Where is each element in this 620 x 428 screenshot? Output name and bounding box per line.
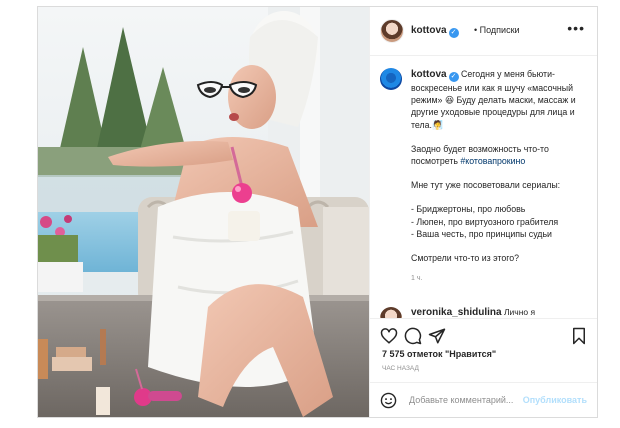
heart-icon[interactable] — [380, 327, 398, 345]
commenter-username[interactable]: veronika_shidulina — [411, 307, 502, 318]
post-header: kottova ✓ • Подписки ••• — [370, 7, 597, 56]
following-label[interactable]: • Подписки — [474, 25, 520, 35]
caption-author[interactable]: kottova — [411, 69, 447, 80]
post-side-panel: kottova ✓ • Подписки ••• kottova ✓ Сегодня… — [369, 7, 597, 417]
post-photo[interactable] — [38, 7, 369, 417]
verified-badge-icon: ✓ — [448, 28, 459, 38]
caption-list-item: - Бриджертоны, про любовь — [411, 204, 526, 215]
share-icon[interactable] — [428, 327, 446, 345]
caption-avatar[interactable] — [380, 68, 402, 90]
author-username[interactable]: kottova ✓ — [411, 25, 459, 38]
photo-illustration — [38, 7, 369, 417]
caption-time[interactable]: 1 ч. — [411, 273, 591, 285]
more-options-icon[interactable]: ••• — [567, 20, 585, 36]
comments-section[interactable]: kottova ✓ Сегодня у меня бьюти-воскресень… — [370, 56, 597, 318]
author-avatar[interactable] — [380, 19, 404, 43]
comment-icon[interactable] — [404, 327, 422, 345]
post-caption: kottova ✓ Сегодня у меня бьюти-воскресень… — [411, 68, 591, 285]
bookmark-icon[interactable] — [571, 327, 587, 345]
next-comment: veronika_shidulina Лично я — [380, 307, 536, 318]
post-actions: 7 575 отметок "Нравится" ЧАС НАЗАД — [370, 318, 597, 382]
caption-list-item: - Люпен, про виртуозного грабителя — [411, 216, 559, 227]
likes-count[interactable]: 7 575 отметок "Нравится" — [382, 349, 496, 359]
caption-text-3: Мне тут уже посоветовали сериалы: — [411, 180, 561, 191]
publish-button[interactable]: Опубликовать — [523, 395, 587, 405]
commenter-avatar[interactable] — [380, 307, 402, 318]
caption-question: Смотрели что-то из этого? — [411, 253, 520, 264]
post-time-ago[interactable]: ЧАС НАЗАД — [382, 365, 419, 372]
comment-text: Лично я — [503, 307, 536, 317]
caption-list-item: - Ваша честь, про принципы судьи — [411, 228, 552, 239]
author-username-text[interactable]: kottova — [411, 25, 447, 36]
hashtag-link[interactable]: #котовапрокино — [460, 156, 525, 166]
instagram-post: kottova ✓ • Подписки ••• kottova ✓ Сегодня… — [37, 6, 598, 418]
add-comment-bar: Добавьте комментарий... Опубликовать — [370, 382, 597, 417]
emoji-icon[interactable] — [380, 392, 397, 409]
verified-badge-icon: ✓ — [448, 72, 459, 82]
comment-input[interactable]: Добавьте комментарий... — [409, 395, 513, 405]
